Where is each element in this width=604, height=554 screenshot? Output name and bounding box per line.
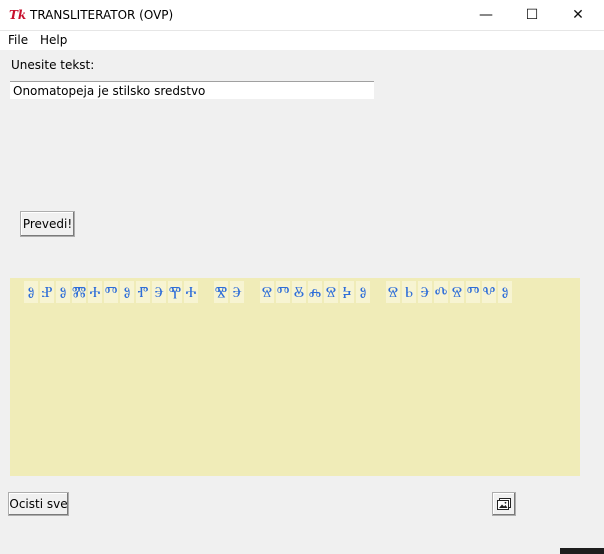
glagolitic-glyph: Ⰻ [292,281,306,303]
menu-bar: File Help [0,31,604,50]
text-input[interactable] [10,81,374,99]
glagolitic-glyph: Ⰲ [482,281,496,303]
glagolitic-glyph: Ⱅ [104,281,118,303]
title-bar: Tk TRANSLITERATOR (OVP) — ☐ ✕ [0,0,604,31]
glagolitic-glyph: Ⱁ [24,281,38,303]
glagolitic-glyph: Ⱄ [450,281,464,303]
close-icon: ✕ [572,7,584,23]
tk-app-icon: Tk [9,8,27,22]
maximize-button[interactable]: ☐ [509,0,555,30]
image-save-icon [497,498,511,510]
glagolitic-glyph: Ⰵ [152,281,166,303]
glagolitic-glyph: Ⱁ [356,281,370,303]
word-gap [246,281,260,303]
close-button[interactable]: ✕ [555,0,601,30]
glagolitic-glyph: Ⱂ [136,281,150,303]
glagolitic-glyph: Ⱅ [466,281,480,303]
bottom-edge-shade [560,548,604,554]
maximize-icon: ☐ [525,7,539,23]
bottom-edge [0,548,604,554]
save-image-button[interactable] [492,492,516,516]
glagolitic-glyph: Ⰹ [168,281,182,303]
glagolitic-glyph: Ⱁ [120,281,134,303]
translate-button-label: Prevedi! [22,217,73,231]
minimize-icon: — [479,7,493,23]
clear-all-button[interactable]: Ocisti sve [8,492,69,516]
glagolitic-glyph: Ⰰ [184,281,198,303]
menu-help[interactable]: Help [40,33,67,48]
glagolitic-glyph: Ⱄ [324,281,338,303]
translate-button[interactable]: Prevedi! [20,211,75,237]
window-title: TRANSLITERATOR (OVP) [30,8,174,22]
glagolitic-glyph: Ⰴ [434,281,448,303]
minimize-button[interactable]: — [463,0,509,30]
glagolitic-glyph: Ⰺ [214,281,228,303]
clear-all-button-label: Ocisti sve [9,497,68,511]
menu-file[interactable]: File [8,33,28,48]
glagolitic-glyph: Ⰾ [308,281,322,303]
glagolitic-glyph: Ⰵ [418,281,432,303]
input-label: Unesite tekst: [11,58,95,72]
glagolitic-glyph: Ⰰ [88,281,102,303]
output-panel: ⰑⰐⰑⰏⰀⰕⰑⰒⰅⰉⰀⰊⰅⰔⰕⰋⰎⰔⰍⰑⰔⰓⰅⰄⰔⰕⰂⰑ [10,278,580,476]
glagolitic-glyph: Ⱃ [402,281,416,303]
glagolitic-glyph: Ⱁ [56,281,70,303]
glagolitic-glyph: Ⰵ [230,281,244,303]
glagolitic-output: ⰑⰐⰑⰏⰀⰕⰑⰒⰅⰉⰀⰊⰅⰔⰕⰋⰎⰔⰍⰑⰔⰓⰅⰄⰔⰕⰂⰑ [24,281,514,303]
glagolitic-glyph: Ⱀ [40,281,54,303]
glagolitic-glyph: Ⰿ [71,281,87,303]
glagolitic-glyph: Ⰽ [340,281,354,303]
glagolitic-glyph: Ⱄ [386,281,400,303]
word-gap [372,281,386,303]
glagolitic-glyph: Ⱅ [276,281,290,303]
glagolitic-glyph: Ⱁ [498,281,512,303]
word-gap [200,281,214,303]
glagolitic-glyph: Ⱄ [260,281,274,303]
